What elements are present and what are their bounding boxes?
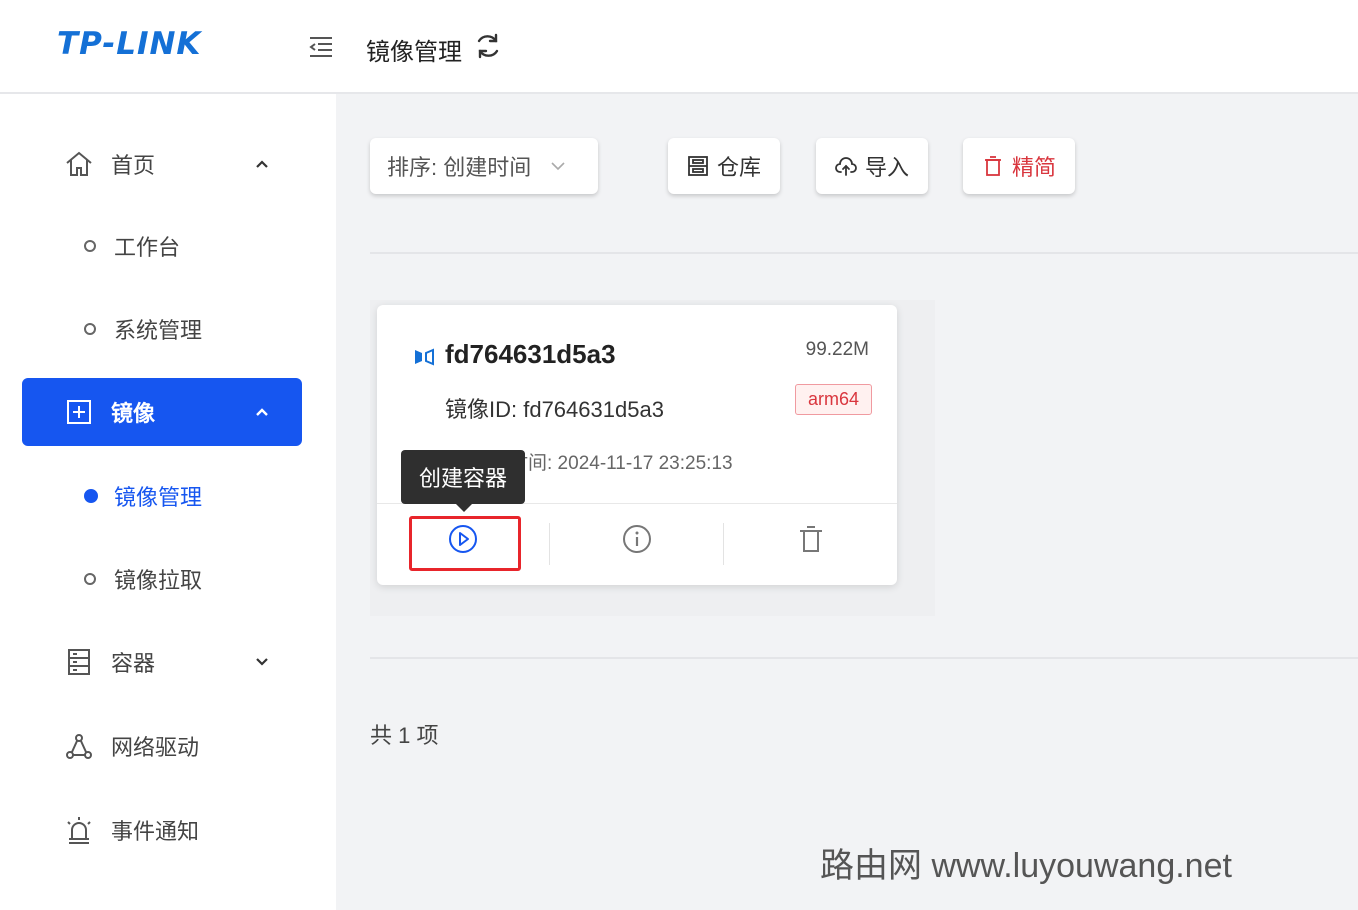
bullet-icon — [84, 573, 96, 585]
trash-icon — [984, 156, 1001, 176]
divider — [370, 657, 1358, 659]
image-name: fd764631d5a3 — [445, 339, 616, 369]
sidebar-item-label: 镜像管理 — [114, 485, 203, 510]
sidebar-item-network[interactable]: 网络驱动 — [22, 712, 302, 780]
sidebar-item-label: 事件通知 — [111, 819, 200, 844]
warehouse-button[interactable]: 仓库 — [668, 138, 780, 194]
sidebar-item-label: 镜像拉取 — [114, 568, 203, 593]
sidebar-item-image-pull[interactable]: 镜像拉取 — [22, 549, 302, 609]
tooltip-arrow — [456, 504, 472, 512]
arch-badge: arm64 — [794, 384, 872, 415]
image-size: 99.22M — [805, 339, 869, 360]
top-bar: TP-LINK 镜像管理 — [0, 0, 1358, 94]
bullet-icon — [84, 323, 96, 335]
import-label: 导入 — [864, 155, 909, 180]
sidebar-item-label: 工作台 — [114, 235, 181, 260]
bullet-icon — [84, 489, 98, 503]
sidebar-item-label: 系统管理 — [114, 318, 203, 343]
action-separator — [549, 523, 550, 565]
sidebar-item-container[interactable]: 容器 — [22, 628, 302, 696]
import-button[interactable]: 导入 — [816, 138, 928, 194]
action-separator — [723, 523, 724, 565]
chevron-up-icon — [256, 408, 268, 416]
sidebar-item-home[interactable]: 首页 — [22, 130, 302, 198]
home-icon — [66, 151, 92, 176]
prune-label: 精简 — [1011, 155, 1056, 180]
sidebar-item-image[interactable]: 镜像 — [22, 378, 302, 446]
logo: TP-LINK — [57, 26, 202, 62]
chevron-down-icon — [551, 162, 565, 171]
chevron-down-icon — [256, 658, 268, 666]
sidebar-item-workbench[interactable]: 工作台 — [22, 216, 302, 276]
sidebar-item-label: 网络驱动 — [111, 735, 200, 760]
bullet-icon — [84, 240, 96, 252]
sort-label: 排序: 创建时间 — [387, 155, 532, 180]
watermark: 路由网 www.luyouwang.net — [820, 847, 1232, 885]
sidebar-item-events[interactable]: 事件通知 — [22, 796, 302, 864]
tooltip-create-container: 创建容器 — [401, 450, 525, 504]
sidebar-item-image-manage[interactable]: 镜像管理 — [22, 466, 302, 526]
refresh-icon[interactable] — [474, 32, 502, 60]
warehouse-label: 仓库 — [716, 155, 761, 180]
warehouse-icon — [688, 156, 708, 176]
sidebar-item-system[interactable]: 系统管理 — [22, 299, 302, 359]
docker-image-icon — [415, 348, 434, 366]
sort-select[interactable]: 排序: 创建时间 — [370, 138, 598, 194]
pagination-total: 共 1 项 — [370, 723, 439, 748]
sidebar-item-label: 首页 — [111, 153, 156, 178]
cloud-upload-icon — [835, 157, 857, 176]
chevron-up-icon — [256, 160, 268, 168]
image-id: 镜像ID: fd764631d5a3 — [445, 397, 664, 422]
page-title: 镜像管理 — [366, 39, 462, 66]
sidebar-item-label: 镜像 — [111, 401, 156, 426]
image-icon — [67, 400, 91, 424]
alarm-icon — [67, 817, 91, 844]
menu-collapse-icon[interactable] — [306, 34, 336, 60]
container-icon — [68, 649, 90, 675]
highlight-box — [409, 516, 521, 571]
divider — [370, 252, 1358, 254]
sidebar-item-label: 容器 — [111, 651, 156, 676]
trash-icon[interactable] — [795, 523, 827, 555]
info-circle-icon[interactable] — [621, 523, 653, 555]
prune-button[interactable]: 精简 — [963, 138, 1075, 194]
network-icon — [66, 734, 92, 759]
